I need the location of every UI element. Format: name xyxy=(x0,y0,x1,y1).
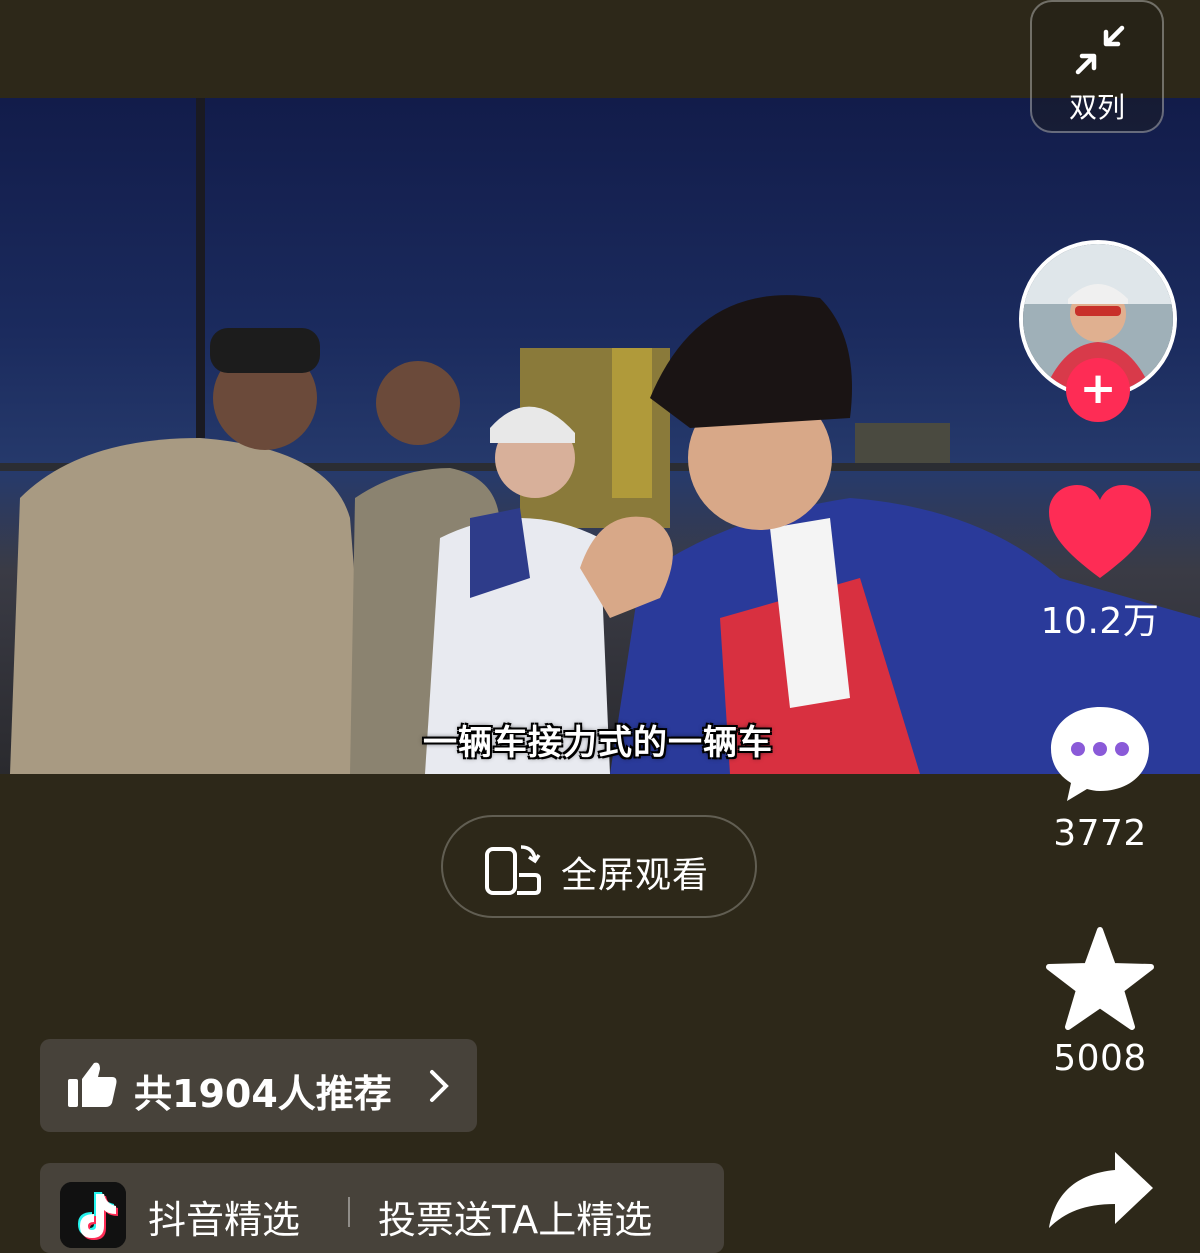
rotate-phone-icon xyxy=(485,845,541,895)
share-arrow-icon xyxy=(1049,1152,1153,1228)
recommend-chip[interactable]: 共1904人推荐 xyxy=(40,1039,477,1132)
video-subtitle: 一辆车接力式的一辆车 xyxy=(423,723,773,763)
promo-divider xyxy=(348,1197,350,1227)
video-frame xyxy=(0,98,1200,774)
collapse-arrows-icon xyxy=(1075,25,1125,75)
dual-column-label: 双列 xyxy=(1068,91,1125,124)
douyin-logo-icon xyxy=(60,1182,126,1248)
like-button[interactable]: 10.2万 xyxy=(1040,482,1160,644)
promo-left-text: 抖音精选 xyxy=(148,1198,301,1242)
promo-bar[interactable]: 抖音精选 投票送TA上精选 xyxy=(40,1163,724,1253)
favorite-count: 5008 xyxy=(1053,1038,1147,1079)
recommend-label: 共1904人推荐 xyxy=(134,1072,392,1116)
plus-icon: + xyxy=(1079,363,1117,414)
star-icon xyxy=(1046,927,1154,1030)
promo-right-text: 投票送TA上精选 xyxy=(378,1198,653,1242)
comment-button[interactable]: 3772 xyxy=(1040,703,1160,854)
thumbs-up-icon xyxy=(68,1062,117,1107)
favorite-button[interactable]: 5008 xyxy=(1040,926,1160,1079)
video-player[interactable]: 一辆车接力式的一辆车 xyxy=(0,98,1200,774)
fullscreen-label: 全屏观看 xyxy=(561,855,710,896)
comment-count: 3772 xyxy=(1053,813,1147,854)
share-button[interactable] xyxy=(1040,1148,1160,1232)
chevron-right-icon xyxy=(430,1070,449,1102)
follow-plus-button[interactable]: + xyxy=(1066,358,1130,422)
heart-icon xyxy=(1049,485,1151,578)
comment-bubble-icon xyxy=(1051,707,1149,801)
dual-column-button[interactable]: 双列 xyxy=(1030,0,1164,133)
fullscreen-button[interactable]: 全屏观看 xyxy=(441,815,757,918)
like-count: 10.2万 xyxy=(1040,601,1160,642)
